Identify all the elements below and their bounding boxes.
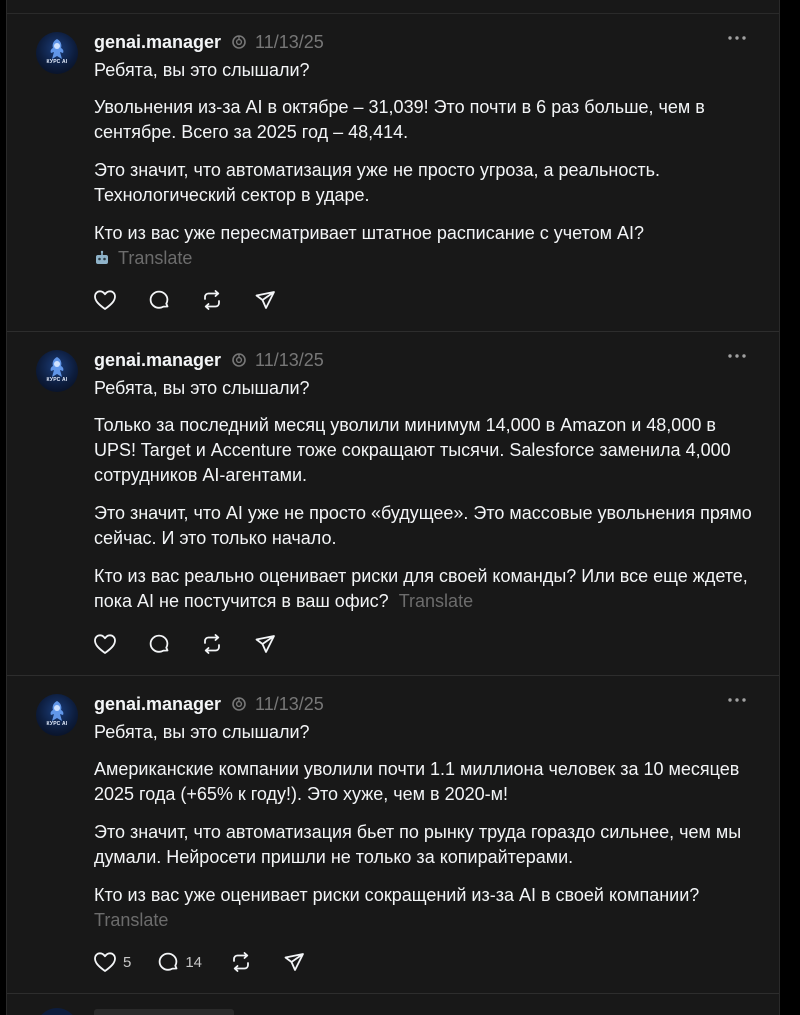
post-paragraph: Это значит, что AI уже не просто «будуще… (94, 503, 752, 548)
username-link[interactable]: genai.manager (94, 32, 221, 53)
send-icon (255, 635, 275, 653)
post-card[interactable]: КУРС AI genai.manager 11/13/25 Ребята, в… (7, 676, 779, 994)
avatar-figure-icon (50, 357, 64, 377)
robot-translate-icon (96, 250, 108, 264)
translate-link[interactable]: Translate (118, 248, 192, 268)
share-button[interactable] (283, 950, 305, 974)
post-date[interactable]: 11/13/25 (255, 694, 324, 715)
post-body: Ребята, вы это слышали? Американские ком… (94, 720, 754, 933)
avatar[interactable]: КУРС AI (36, 32, 78, 74)
avatar-label: КУРС AI (46, 721, 68, 727)
share-button[interactable] (254, 288, 276, 312)
more-dots-icon[interactable] (727, 32, 747, 44)
avatar-label: КУРС AI (46, 377, 68, 383)
reply-button[interactable]: 14 (157, 950, 202, 974)
post-paragraph: Ребята, вы это слышали? (94, 378, 310, 398)
post-body: Ребята, вы это слышали? Увольнения из-за… (94, 58, 754, 271)
post-paragraph: Увольнения из-за AI в октябре – 31,039! … (94, 97, 705, 142)
next-post-header (94, 1009, 234, 1015)
comment-bubble-icon (149, 634, 169, 653)
avatar-figure-icon (50, 39, 64, 59)
heart-icon (94, 290, 116, 310)
post-paragraph: Ребята, вы это слышали? (94, 722, 310, 742)
avatar[interactable]: КУРС AI (36, 350, 78, 392)
translate-row: Translate (94, 246, 754, 271)
ai-label-icon[interactable] (231, 34, 247, 50)
post-card[interactable]: КУРС AI genai.manager 11/13/25 Ребята, в… (7, 332, 779, 676)
like-button[interactable] (93, 632, 117, 656)
post-paragraph-with-translate: Кто из вас уже оценивает риски сокращени… (94, 883, 754, 933)
post-paragraph-with-translate: Кто из вас реально оценивает риски для с… (94, 564, 754, 614)
post-date[interactable]: 11/13/25 (255, 350, 324, 371)
username-link[interactable]: genai.manager (94, 694, 221, 715)
repost-button[interactable] (201, 288, 223, 312)
post-paragraph: Кто из вас уже оценивает риски сокращени… (94, 885, 700, 905)
post-paragraph: Это значит, что автоматизация бьет по ры… (94, 822, 742, 867)
like-button[interactable] (93, 288, 117, 312)
send-icon (284, 953, 304, 971)
heart-icon (94, 952, 116, 972)
post-paragraph: Американские компании уволили почти 1.1 … (94, 759, 740, 804)
post-paragraph: Это значит, что автоматизация уже не про… (94, 160, 660, 205)
repost-icon (204, 634, 220, 654)
reply-count: 14 (185, 953, 203, 971)
post-header: genai.manager 11/13/25 (94, 31, 324, 53)
post-body: Ребята, вы это слышали? Только за послед… (94, 376, 754, 614)
like-button[interactable]: 5 (93, 950, 131, 974)
avatar-label: КУРС AI (46, 59, 68, 65)
repost-icon (204, 290, 220, 310)
translate-link[interactable]: Translate (94, 910, 168, 930)
repost-button[interactable] (230, 950, 252, 974)
post-paragraph: Только за последний месяц уволили миниму… (94, 415, 731, 485)
ai-label-icon[interactable] (231, 696, 247, 712)
ai-label-icon[interactable] (231, 352, 247, 368)
post-card[interactable]: КУРС AI genai.manager 11/13/25 Ребята, в… (7, 14, 779, 332)
share-button[interactable] (254, 632, 276, 656)
post-header: genai.manager 11/13/25 (94, 349, 324, 371)
post-paragraph: Кто из вас уже пересматривает штатное ра… (94, 223, 644, 243)
send-icon (255, 291, 275, 309)
post-header: genai.manager 11/13/25 (94, 693, 324, 715)
post-actions (93, 632, 307, 656)
comment-bubble-icon (159, 952, 178, 971)
comment-bubble-icon (149, 290, 169, 309)
next-post-avatar[interactable] (36, 1008, 78, 1015)
reply-button[interactable] (148, 288, 170, 312)
avatar-figure-icon (50, 701, 64, 721)
more-dots-icon[interactable] (727, 350, 747, 362)
translate-link[interactable]: Translate (399, 591, 473, 611)
username-link[interactable]: genai.manager (94, 350, 221, 371)
heart-icon (94, 634, 116, 654)
threads-feed: КУРС AI genai.manager 11/13/25 Ребята, в… (6, 0, 780, 1015)
reply-button[interactable] (148, 632, 170, 656)
avatar[interactable]: КУРС AI (36, 694, 78, 736)
post-actions: 5 14 (93, 950, 336, 974)
post-paragraph: Ребята, вы это слышали? (94, 60, 310, 80)
more-dots-icon[interactable] (727, 694, 747, 706)
post-actions (93, 288, 307, 312)
repost-button[interactable] (201, 632, 223, 656)
like-count: 5 (123, 953, 132, 971)
repost-icon (233, 952, 249, 972)
post-date[interactable]: 11/13/25 (255, 32, 324, 53)
